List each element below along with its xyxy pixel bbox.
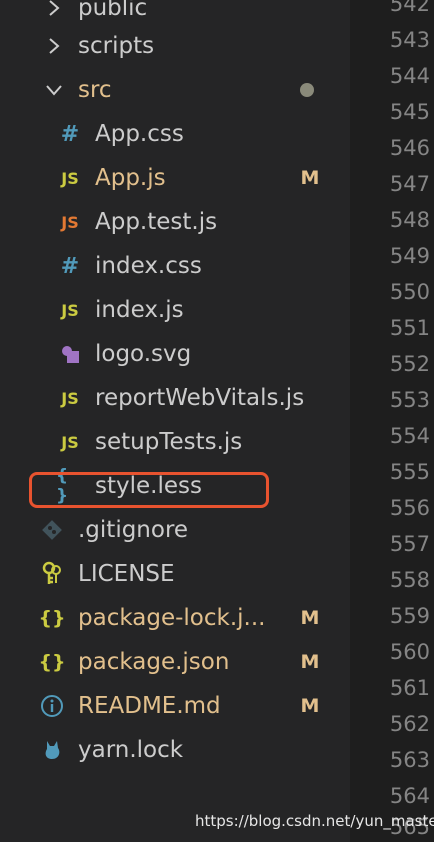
line-number: 554 xyxy=(389,424,430,448)
tree-file-app-test-js[interactable]: JS App.test.js xyxy=(0,200,350,244)
tree-file-package-json[interactable]: {} package.json M xyxy=(0,640,350,684)
file-label: .gitignore xyxy=(78,517,189,543)
annotation-highlight-box xyxy=(29,472,269,508)
file-label: index.css xyxy=(95,253,202,279)
line-number: 564 xyxy=(389,784,430,808)
css-file-icon: # xyxy=(60,121,80,147)
folder-label: src xyxy=(78,77,112,103)
line-number: 549 xyxy=(389,244,430,268)
tree-file-reportwebvitals-js[interactable]: JS reportWebVitals.js xyxy=(0,376,350,420)
file-label: logo.svg xyxy=(95,341,192,367)
file-label: index.js xyxy=(95,297,184,323)
folder-label: scripts xyxy=(78,33,155,59)
line-number: 550 xyxy=(389,280,430,304)
editor-line-number-gutter: 542 543 544 545 546 547 548 549 550 551 … xyxy=(350,0,434,842)
line-number: 561 xyxy=(389,676,430,700)
tree-file-index-css[interactable]: # index.css xyxy=(0,244,350,288)
git-status-badge: M xyxy=(300,607,320,629)
git-status-badge: M xyxy=(300,167,320,189)
line-number: 553 xyxy=(389,388,430,412)
json-file-icon: {} xyxy=(38,607,66,629)
js-file-icon: JS xyxy=(61,432,79,452)
line-number: 555 xyxy=(389,460,430,484)
chevron-right-icon xyxy=(44,24,64,68)
tree-file-yarn-lock[interactable]: yarn.lock xyxy=(0,728,350,772)
file-label: LICENSE xyxy=(78,561,175,587)
file-label: setupTests.js xyxy=(95,429,243,455)
file-label: package.json xyxy=(78,649,230,675)
tree-folder-src[interactable]: src xyxy=(0,68,350,112)
js-file-icon: JS xyxy=(61,168,79,188)
git-status-badge: M xyxy=(300,651,320,673)
tree-folder-scripts[interactable]: scripts xyxy=(0,24,350,68)
file-label: package-lock.j... xyxy=(78,605,266,631)
file-label: README.md xyxy=(78,693,221,719)
svg-file-icon xyxy=(56,332,84,376)
line-number: 545 xyxy=(389,100,430,124)
line-number: 557 xyxy=(389,532,430,556)
line-number: 558 xyxy=(389,568,430,592)
tree-file-license[interactable]: LICENSE xyxy=(0,552,350,596)
info-icon xyxy=(38,684,66,728)
line-number: 548 xyxy=(389,208,430,232)
license-key-icon xyxy=(38,552,66,596)
line-number: 560 xyxy=(389,640,430,664)
watermark-url: https://blog.csdn.net/yun_master xyxy=(195,812,434,830)
tree-file-gitignore[interactable]: .gitignore xyxy=(0,508,350,552)
tree-file-readme-md[interactable]: README.md M xyxy=(0,684,350,728)
json-file-icon: {} xyxy=(38,651,66,673)
chevron-down-icon xyxy=(44,68,64,112)
js-test-file-icon: JS xyxy=(61,212,79,232)
js-file-icon: JS xyxy=(61,388,79,408)
line-number: 551 xyxy=(389,316,430,340)
git-status-badge: M xyxy=(300,695,320,717)
line-number: 556 xyxy=(389,496,430,520)
file-label: App.css xyxy=(95,121,184,147)
line-number: 547 xyxy=(389,172,430,196)
file-explorer: public scripts src # App.css JS App.js M… xyxy=(0,0,350,842)
line-number: 546 xyxy=(389,136,430,160)
css-file-icon: # xyxy=(60,253,80,279)
file-label: reportWebVitals.js xyxy=(95,385,305,411)
tree-file-logo-svg[interactable]: logo.svg xyxy=(0,332,350,376)
line-number: 562 xyxy=(389,712,430,736)
file-label: yarn.lock xyxy=(78,737,184,763)
line-number: 559 xyxy=(389,604,430,628)
yarn-cat-icon xyxy=(38,728,66,772)
file-label: App.js xyxy=(95,165,166,191)
tree-file-index-js[interactable]: JS index.js xyxy=(0,288,350,332)
git-icon xyxy=(38,508,66,552)
js-file-icon: JS xyxy=(61,300,79,320)
line-number: 543 xyxy=(389,28,430,52)
line-number: 563 xyxy=(389,748,430,772)
modified-dot-icon xyxy=(300,83,314,97)
line-number: 552 xyxy=(389,352,430,376)
tree-file-app-js[interactable]: JS App.js M xyxy=(0,156,350,200)
tree-file-app-css[interactable]: # App.css xyxy=(0,112,350,156)
line-number: 544 xyxy=(389,64,430,88)
file-label: App.test.js xyxy=(95,209,218,235)
tree-file-setuptests-js[interactable]: JS setupTests.js xyxy=(0,420,350,464)
tree-file-package-lock-json[interactable]: {} package-lock.j... M xyxy=(0,596,350,640)
line-number: 542 xyxy=(389,0,430,16)
